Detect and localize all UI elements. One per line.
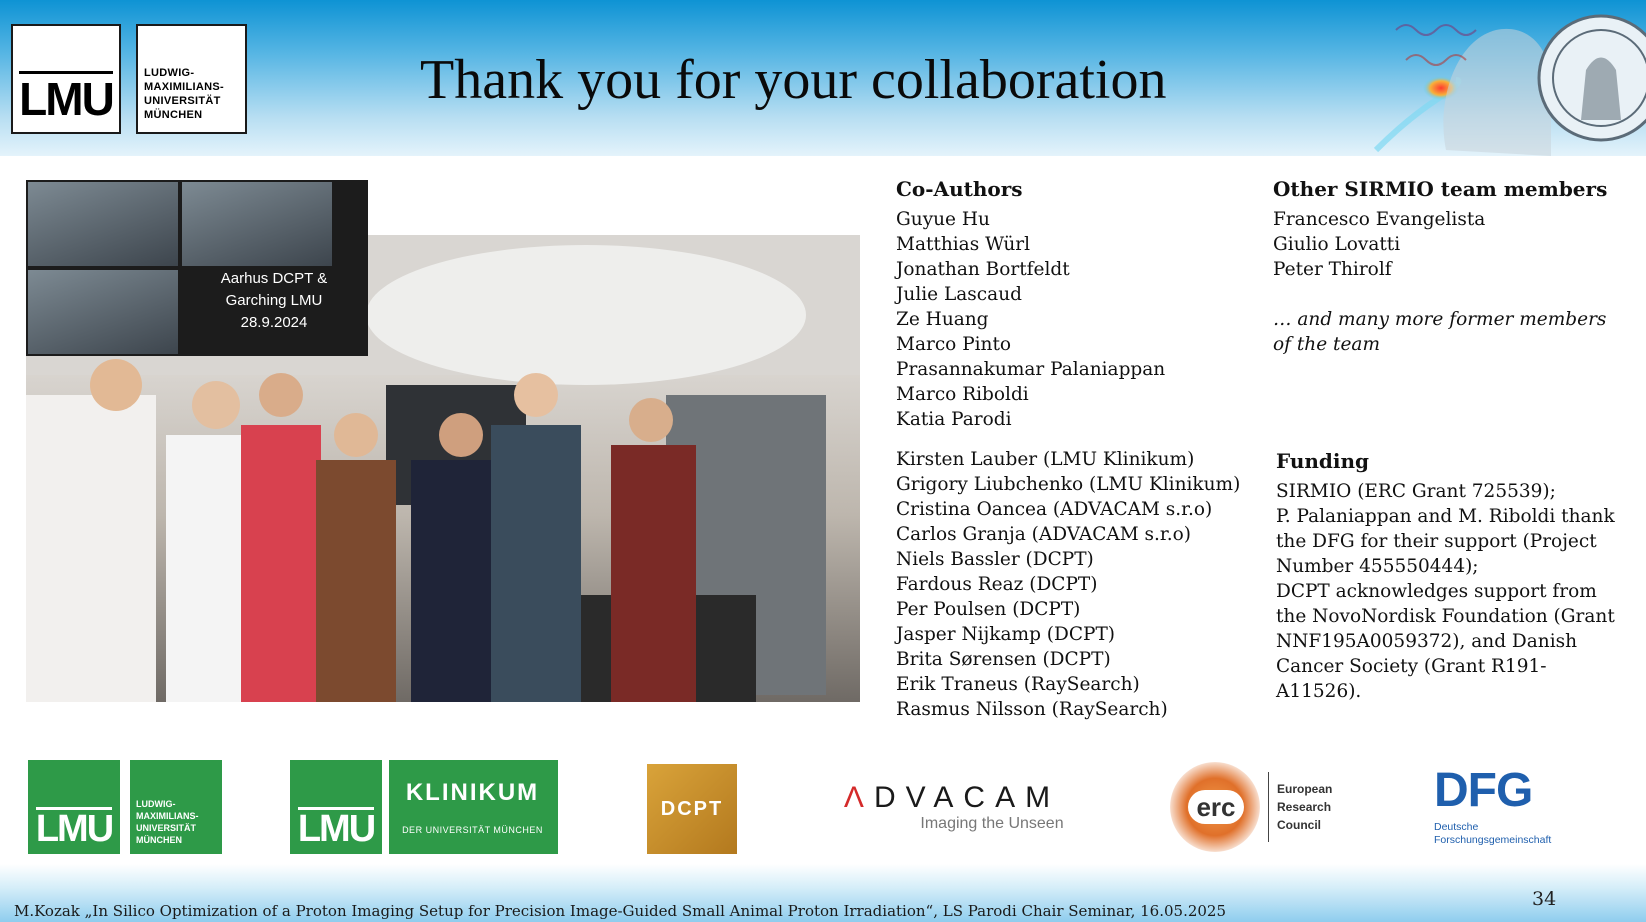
external-collaborator-name: Kirsten Lauber (LMU Klinikum) <box>896 449 1195 470</box>
lmu-partner-name-line: UNIVERSITÄT <box>136 823 197 833</box>
erc-mark: erc <box>1188 790 1244 824</box>
external-collaborator-list: Kirsten Lauber (LMU Klinikum) Grigory Liu… <box>896 447 1240 722</box>
advacam-name: ΛDVACAM <box>843 781 1061 814</box>
external-collaborator-name: Grigory Liubchenko (LMU Klinikum) <box>896 474 1241 495</box>
coauthor-list: Guyue Hu Matthias Würl Jonathan Bortfeldt J… <box>896 207 1240 432</box>
external-collaborator-name: Rasmus Nilsson (RaySearch) <box>896 699 1168 720</box>
lmu-partner-logo-mark: LMU <box>28 760 120 854</box>
team-member-name: Giulio Lovatti <box>1273 234 1401 255</box>
coauthor-name: Guyue Hu <box>896 209 990 230</box>
funding-line: P. Palaniappan and M. Riboldi thank <box>1276 506 1615 527</box>
video-tile <box>28 270 178 354</box>
lmu-logo-mark: LMU <box>19 71 115 125</box>
slide-title: Thank you for your collaboration <box>420 49 1167 111</box>
coauthor-name: Prasannakumar Palaniappan <box>896 359 1166 380</box>
funding-line: DCPT acknowledges support from <box>1276 581 1597 602</box>
lmu-partner-name-line: MÜNCHEN <box>136 835 182 845</box>
klinikum-subtitle: DER UNIVERSITÄT MÜNCHEN <box>402 825 543 835</box>
lmu-name-logo: LUDWIG- MAXIMILIANS- UNIVERSITÄT MÜNCHEN <box>136 24 247 134</box>
dfg-logo: DFG Deutsche Forschungsgemeinschaft <box>1434 760 1564 854</box>
lmu-partner-name-line: LUDWIG- <box>136 799 176 809</box>
coauthor-name: Marco Pinto <box>896 334 1012 355</box>
funding-line: NNF195A0059372), and Danish <box>1276 631 1578 652</box>
lmu-partner-name-line: MAXIMILIANS- <box>136 811 199 821</box>
caption-line: Garching LMU <box>225 292 323 309</box>
erc-starburst-icon: erc <box>1170 762 1260 852</box>
coauthor-name: Marco Riboldi <box>896 384 1029 405</box>
funding-text: SIRMIO (ERC Grant 725539); P. Palaniappan… <box>1276 479 1615 704</box>
team-member-name: Francesco Evangelista <box>1273 209 1486 230</box>
video-tile <box>182 182 332 266</box>
page-number: 34 <box>1532 888 1557 910</box>
erc-name-line: European <box>1277 782 1333 796</box>
coauthor-name: Julie Lascaud <box>896 284 1022 305</box>
funding-line: SIRMIO (ERC Grant 725539); <box>1276 481 1556 502</box>
team-section: Other SIRMIO team members Francesco Evan… <box>1273 176 1607 357</box>
funding-line: Number 455550444); <box>1276 556 1479 577</box>
team-member-name: Peter Thirolf <box>1273 259 1392 280</box>
external-collaborator-name: Cristina Oancea (ADVACAM s.r.o) <box>896 499 1213 520</box>
lmu-name-line: UNIVERSITÄT <box>144 95 221 107</box>
dfg-name-line: Deutsche <box>1434 821 1479 833</box>
funding-line: the NovoNordisk Foundation (Grant <box>1276 606 1615 627</box>
klinikum-mark-text: LMU <box>297 807 376 850</box>
funding-line: the DFG for their support (Project <box>1276 531 1597 552</box>
coauthor-name: Katia Parodi <box>896 409 1012 430</box>
lmu-name-line: MAXIMILIANS- <box>144 81 224 93</box>
coauthors-heading: Co-Authors <box>896 177 1023 201</box>
external-collaborator-name: Jasper Nijkamp (DCPT) <box>896 624 1116 645</box>
external-collaborator-name: Erik Traneus (RaySearch) <box>896 674 1140 695</box>
coauthor-name: Ze Huang <box>896 309 989 330</box>
funding-section: Funding SIRMIO (ERC Grant 725539); P. Pal… <box>1276 448 1615 704</box>
dfg-name-line: Forschungsgemeinschaft <box>1434 834 1552 846</box>
klinikum-logo-name: KLINIKUM DER UNIVERSITÄT MÜNCHEN <box>389 760 558 854</box>
team-note-line: … and many more former members <box>1273 309 1607 330</box>
funding-heading: Funding <box>1276 449 1370 473</box>
external-collaborator-name: Carlos Granja (ADVACAM s.r.o) <box>896 524 1191 545</box>
header-decoration-image <box>1373 14 1646 156</box>
external-collaborator-name: Brita Sørensen (DCPT) <box>896 649 1111 670</box>
advacam-tagline: Imaging the Unseen <box>920 815 1064 832</box>
team-heading: Other SIRMIO team members <box>1273 177 1608 201</box>
lmu-name-line: LUDWIG- <box>144 67 195 79</box>
lmu-partner-mark-text: LMU <box>35 807 114 850</box>
advacam-logo: ΛDVACAM Imaging the Unseen <box>812 760 1092 854</box>
klinikum-name: KLINIKUM <box>405 779 540 806</box>
dcpt-logo-text: DCPT <box>660 797 724 820</box>
coauthor-name: Matthias Würl <box>896 234 1031 255</box>
external-collaborator-name: Per Poulsen (DCPT) <box>896 599 1081 620</box>
klinikum-logo-mark: LMU <box>290 760 382 854</box>
team-note-line: of the team <box>1273 334 1380 355</box>
external-collaborator-name: Fardous Reaz (DCPT) <box>896 574 1098 595</box>
lmu-partner-logo-name: LUDWIG- MAXIMILIANS- UNIVERSITÄT MÜNCHEN <box>130 760 222 854</box>
dcpt-logo: DCPT <box>647 764 737 854</box>
funding-line: A11526). <box>1276 681 1362 702</box>
video-tile <box>28 182 178 266</box>
caption-line: 28.9.2024 <box>240 314 308 331</box>
external-collaborator-name: Niels Bassler (DCPT) <box>896 549 1094 570</box>
coauthors-section: Co-Authors Guyue Hu Matthias Würl Jonathan… <box>896 176 1240 722</box>
footer-citation: M.Kozak „In Silico Optimization of a Pro… <box>14 902 1227 920</box>
funding-line: Cancer Society (Grant R191- <box>1276 656 1547 677</box>
dfg-mark: DFG <box>1434 764 1533 817</box>
erc-logo: erc European Research Council <box>1170 760 1340 854</box>
erc-name-line: Research <box>1277 800 1332 814</box>
photo-caption: Aarhus DCPT & Garching LMU 28.9.2024 <box>180 268 368 334</box>
team-note: … and many more former members of the te… <box>1273 307 1607 357</box>
erc-name-line: Council <box>1277 818 1321 832</box>
advacam-name-text: DVACAM <box>873 781 1061 814</box>
caption-line: Aarhus DCPT & <box>220 270 328 287</box>
lmu-name-line: MÜNCHEN <box>144 109 203 121</box>
coauthor-name: Jonathan Bortfeldt <box>896 259 1070 280</box>
lmu-logo: LMU <box>11 24 121 134</box>
team-list: Francesco Evangelista Giulio Lovatti Peter… <box>1273 207 1607 282</box>
